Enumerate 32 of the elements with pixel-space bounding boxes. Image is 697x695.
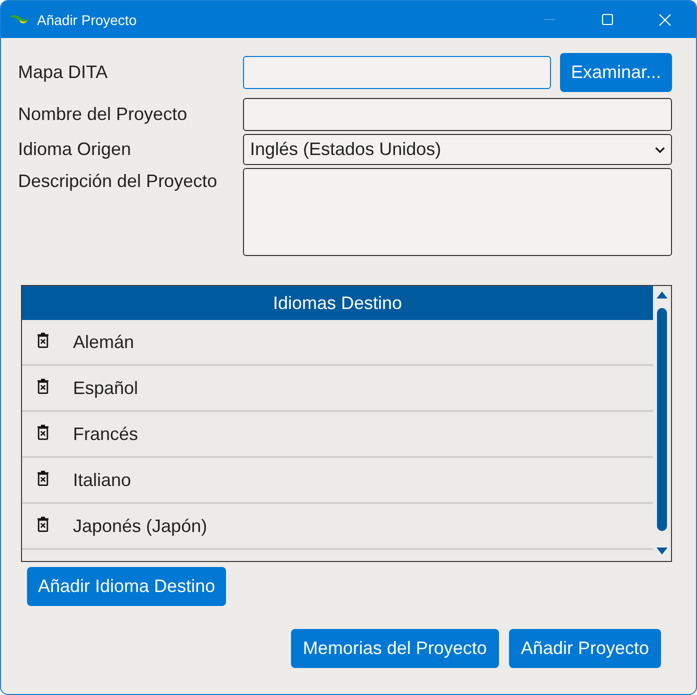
field-label: Descripción del Proyecto: [18, 170, 218, 192]
language-name: Español: [73, 378, 138, 398]
language-name: Alemán: [73, 332, 134, 352]
chevron-down-icon: [655, 146, 665, 152]
minimize-icon: [544, 19, 554, 20]
field-label: Mapa DITA: [18, 62, 109, 83]
browse-button[interactable]: Examinar...: [560, 53, 672, 92]
window-title: Añadir Proyecto: [37, 12, 137, 28]
language-name: Francés: [73, 424, 138, 444]
scroll-down-icon[interactable]: [656, 547, 668, 555]
maximize-icon: [602, 14, 612, 25]
list-header: Idiomas Destino: [22, 286, 653, 320]
project-name-field[interactable]: [243, 98, 672, 131]
trash-icon[interactable]: [37, 378, 49, 394]
close-icon: [659, 14, 671, 26]
language-name: Italiano: [73, 470, 132, 490]
swoosh-icon: [9, 14, 29, 26]
action-button[interactable]: Memorias del Proyecto: [290, 629, 499, 668]
field-label: Idioma Origen: [18, 139, 132, 160]
action-button[interactable]: Añadir Proyecto: [508, 629, 661, 668]
field-label: Nombre del Proyecto: [18, 104, 188, 125]
source-language-dropdown[interactable]: Inglés (Estados Unidos): [243, 134, 672, 165]
scrollbar-thumb[interactable]: [657, 308, 667, 531]
dita-map-field[interactable]: [243, 56, 551, 89]
trash-icon[interactable]: [37, 424, 49, 440]
trash-icon[interactable]: [37, 470, 49, 486]
description-field[interactable]: [243, 168, 672, 256]
trash-icon[interactable]: [37, 332, 49, 348]
add-target-language-button[interactable]: Añadir Idioma Destino: [27, 567, 226, 606]
language-name: Japonés (Japón): [73, 516, 208, 536]
scroll-up-icon[interactable]: [656, 291, 668, 299]
trash-icon[interactable]: [37, 516, 49, 532]
